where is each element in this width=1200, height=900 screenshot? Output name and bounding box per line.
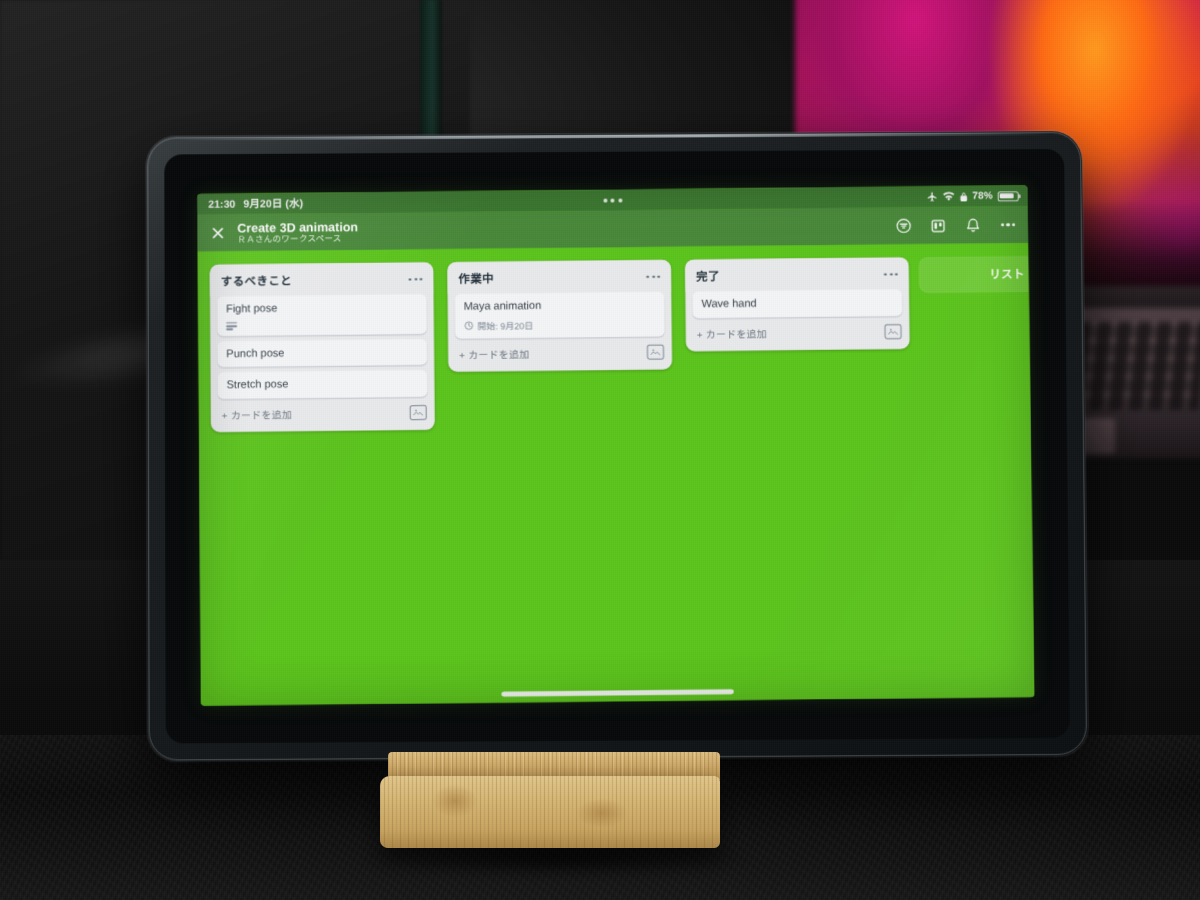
list-menu-icon[interactable] — [884, 272, 900, 276]
wood-grain-knot — [432, 784, 478, 818]
card-badges — [226, 320, 418, 330]
filter-icon[interactable] — [892, 215, 914, 237]
list-title: 完了 — [696, 271, 720, 284]
add-list-label: リスト — [989, 268, 1025, 282]
list-footer: + カードを追加 — [448, 336, 672, 369]
card-title: Stretch pose — [226, 378, 289, 392]
list-footer: + カードを追加 — [686, 316, 910, 349]
card-due-date-label: 開始: 9月20日 — [477, 320, 534, 332]
battery-percent-label: 78% — [972, 190, 993, 202]
workspace-name: ＲＡさんのワークスペース — [237, 232, 342, 245]
card-title: Fight pose — [225, 302, 278, 316]
list-header: 作業中 — [447, 259, 672, 294]
board-list[interactable]: 完了 Wave hand + カードを追加 — [684, 257, 910, 352]
bell-icon[interactable] — [962, 214, 984, 236]
board-card[interactable]: Stretch pose — [217, 370, 428, 400]
list-menu-icon[interactable] — [646, 275, 663, 279]
wood-grain-knot — [576, 798, 628, 828]
board-card[interactable]: Wave hand — [692, 289, 903, 319]
card-template-icon[interactable] — [409, 405, 427, 421]
list-footer: + カードを追加 — [211, 397, 435, 430]
list-header: するべきこと — [209, 262, 434, 297]
list-cards: Wave hand — [685, 289, 909, 319]
status-bar-right: 78% — [926, 190, 1019, 202]
stand-front-face — [380, 776, 720, 848]
list-title: するべきこと — [220, 275, 293, 289]
status-bar-left: 21:30 9月20日 (水) — [208, 196, 303, 212]
clock-icon — [465, 322, 474, 331]
board-list[interactable]: 作業中 Maya animation 開始: 9月20日 + カードを追加 — [447, 259, 673, 372]
more-icon[interactable] — [997, 214, 1019, 236]
card-template-icon[interactable] — [884, 323, 902, 340]
list-title: 作業中 — [458, 273, 495, 286]
board-canvas: するべきこと Fight pose Punch pose Stretch pos… — [197, 243, 1035, 706]
description-icon — [226, 321, 238, 330]
airplane-icon — [926, 191, 937, 202]
tablet-device: 21:30 9月20日 (水) 78% Create 3D animation … — [146, 130, 1089, 762]
card-title: Punch pose — [226, 347, 285, 360]
list-header: 完了 — [684, 257, 910, 292]
close-icon[interactable] — [205, 221, 229, 245]
battery-icon — [997, 190, 1019, 202]
tablet-bezel: 21:30 9月20日 (水) 78% Create 3D animation … — [164, 149, 1070, 744]
orientation-lock-icon — [959, 191, 967, 201]
board-title-group[interactable]: Create 3D animation ＲＡさんのワークスペース — [237, 220, 358, 245]
add-card-button[interactable]: + カードを追加 — [222, 407, 292, 423]
tablet-screen: 21:30 9月20日 (水) 78% Create 3D animation … — [197, 185, 1035, 706]
card-template-icon[interactable] — [646, 344, 665, 360]
wifi-icon — [942, 191, 955, 202]
card-title: Wave hand — [701, 297, 757, 311]
list-cards: Fight pose Punch pose Stretch pose — [210, 294, 435, 400]
board-list[interactable]: するべきこと Fight pose Punch pose Stretch pos… — [209, 262, 435, 433]
status-bar-date: 9月20日 (水) — [243, 197, 304, 211]
card-title: Maya animation — [463, 299, 542, 313]
board-card[interactable]: Fight pose — [216, 294, 427, 337]
board-view-icon[interactable] — [927, 214, 949, 236]
photo-scene: 21:30 9月20日 (水) 78% Create 3D animation … — [0, 0, 1200, 900]
board-card[interactable]: Punch pose — [217, 338, 428, 368]
list-menu-icon[interactable] — [408, 277, 425, 281]
add-card-button[interactable]: + カードを追加 — [459, 346, 529, 362]
add-list-button[interactable]: リスト — [918, 255, 1035, 294]
status-bar-time: 21:30 — [208, 198, 236, 211]
tablet-stand — [360, 752, 760, 874]
home-indicator[interactable] — [501, 689, 734, 697]
card-badges: 開始: 9月20日 — [464, 317, 656, 332]
add-card-button[interactable]: + カードを追加 — [697, 325, 767, 341]
board-header-actions — [892, 214, 1019, 237]
card-due-date-badge: 開始: 9月20日 — [464, 319, 534, 333]
board-card[interactable]: Maya animation 開始: 9月20日 — [454, 291, 665, 339]
list-cards: Maya animation 開始: 9月20日 — [448, 291, 672, 339]
